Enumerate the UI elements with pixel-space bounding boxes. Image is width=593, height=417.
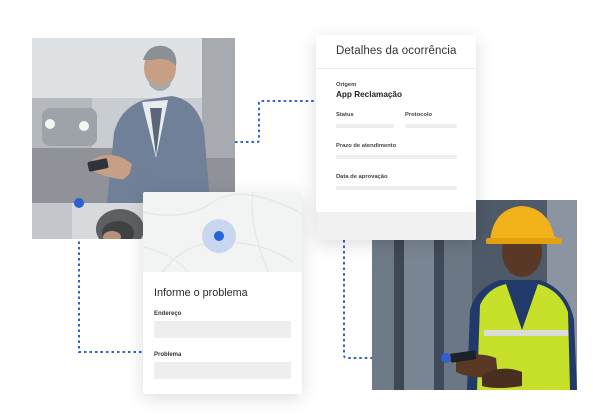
protocol-value-placeholder: [405, 124, 457, 128]
origin-label: Origem: [336, 82, 357, 88]
location-map[interactable]: [143, 192, 302, 272]
status-label: Status: [336, 112, 354, 118]
protocol-label: Protocolo: [405, 112, 433, 118]
details-card-footer: [316, 212, 476, 240]
problem-input[interactable]: [154, 362, 291, 379]
connector-node-right: [441, 353, 451, 363]
address-label: Endereço: [154, 311, 182, 317]
form-title: Informe o problema: [154, 287, 248, 299]
status-value-placeholder: [336, 124, 394, 128]
connector-node-left: [74, 198, 84, 208]
approval-date-value-placeholder: [336, 186, 457, 190]
businessman-photo: [32, 38, 235, 203]
problem-label: Problema: [154, 352, 182, 358]
report-problem-card: Informe o problema Endereço Problema: [143, 192, 302, 394]
occurrence-details-card: Detalhes da ocorrência Origem App Reclam…: [316, 35, 476, 240]
details-card-title: Detalhes da ocorrência: [336, 45, 457, 57]
origin-value: App Reclamação: [336, 90, 402, 99]
deadline-value-placeholder: [336, 155, 457, 159]
woman-photo: [32, 203, 144, 239]
deadline-label: Prazo de atendimento: [336, 143, 397, 149]
map-pin-icon[interactable]: [214, 231, 224, 241]
address-input[interactable]: [154, 321, 291, 338]
details-divider: [316, 68, 476, 69]
approval-date-label: Data de aprovação: [336, 174, 388, 180]
